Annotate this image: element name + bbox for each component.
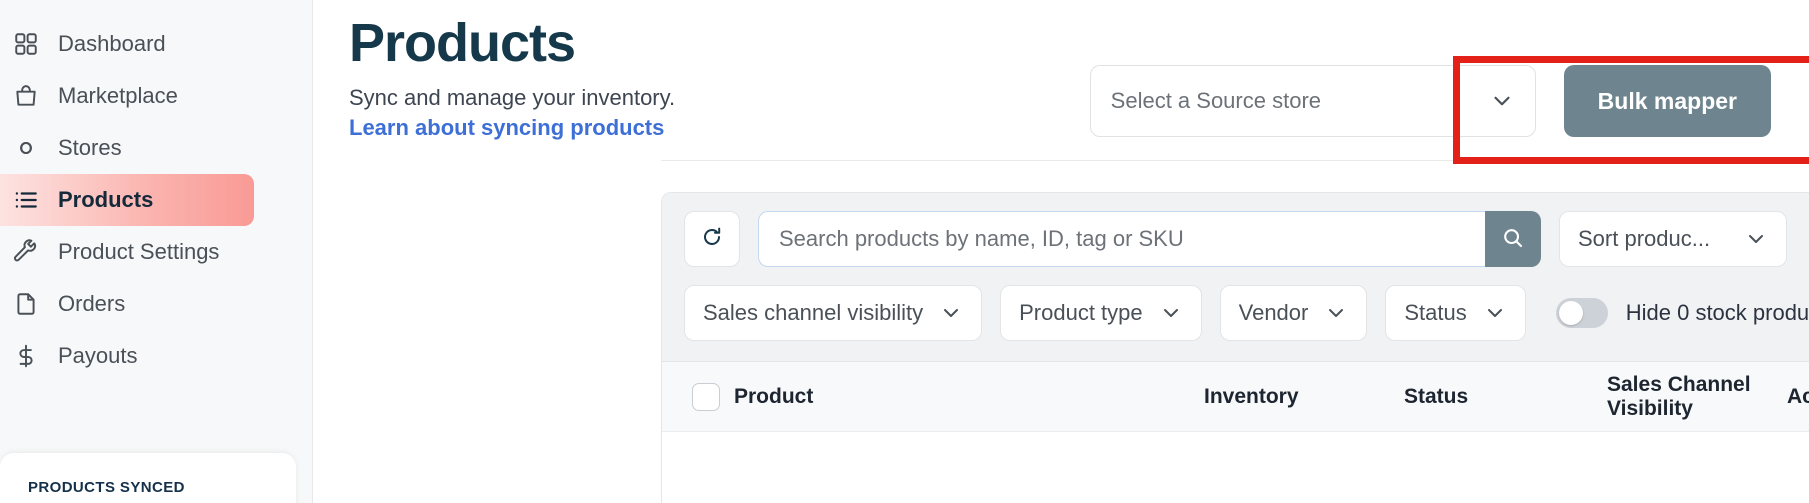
select-all-cell bbox=[678, 382, 734, 411]
chevron-down-icon bbox=[1159, 301, 1183, 325]
sidebar-item-products[interactable]: Products bbox=[0, 174, 254, 226]
select-all-checkbox[interactable] bbox=[692, 382, 720, 411]
wrench-icon bbox=[12, 238, 40, 266]
products-toolbar: Sort produc... Sales channel visibility bbox=[662, 193, 1809, 361]
products-table-body bbox=[662, 431, 1809, 493]
refresh-icon bbox=[700, 225, 724, 254]
refresh-button[interactable] bbox=[684, 211, 740, 267]
page-title: Products bbox=[349, 13, 576, 73]
sidebar-item-label: Products bbox=[58, 187, 154, 212]
chevron-down-icon bbox=[1324, 301, 1348, 325]
sidebar-item-label: Marketplace bbox=[58, 83, 178, 108]
sidebar-item-label: Stores bbox=[58, 135, 122, 160]
toolbar-search-row: Sort produc... bbox=[684, 211, 1787, 267]
chevron-down-icon bbox=[939, 301, 963, 325]
sidebar-item-payouts[interactable]: Payouts bbox=[0, 330, 254, 382]
toolbar-filter-row: Sales channel visibility Product type Ve… bbox=[684, 285, 1809, 341]
search-icon bbox=[1501, 226, 1525, 253]
filter-label: Sales channel visibility bbox=[703, 300, 924, 325]
main-content: Products Sync and manage your inventory.… bbox=[313, 0, 1809, 503]
products-panel: Sort produc... Sales channel visibility bbox=[661, 192, 1809, 503]
filter-label: Status bbox=[1404, 300, 1467, 325]
chevron-down-icon bbox=[1489, 88, 1515, 114]
sidebar-item-label: Orders bbox=[58, 291, 126, 316]
sidebar-item-marketplace[interactable]: Marketplace bbox=[0, 70, 254, 122]
search-input[interactable] bbox=[758, 211, 1485, 267]
sidebar: Dashboard Marketplace Stores Products Pr… bbox=[0, 0, 313, 503]
filter-label: Product type bbox=[1019, 300, 1143, 325]
sidebar-item-orders[interactable]: Orders bbox=[0, 278, 254, 330]
chevron-down-icon bbox=[1483, 301, 1507, 325]
search-group bbox=[758, 211, 1541, 267]
filter-label: Vendor bbox=[1238, 300, 1309, 325]
learn-about-syncing-link[interactable]: Learn about syncing products bbox=[349, 114, 664, 142]
page-header: Products Sync and manage your inventory.… bbox=[313, 0, 1809, 186]
hide-zero-stock-label: Hide 0 stock products bbox=[1625, 300, 1809, 325]
products-table-header: Product Inventory Status Sales Channel V… bbox=[662, 361, 1809, 431]
filter-sales-channel-visibility[interactable]: Sales channel visibility bbox=[684, 285, 983, 341]
products-synced-card: PRODUCTS SYNCED bbox=[0, 453, 296, 503]
column-header-actions: Actions bbox=[1787, 384, 1809, 408]
column-header-sales-channel-visibility: Sales Channel Visibility bbox=[1607, 372, 1751, 420]
source-store-select[interactable]: Select a Source store bbox=[1089, 65, 1536, 137]
column-header-inventory: Inventory bbox=[1204, 384, 1299, 408]
dollar-icon bbox=[12, 342, 40, 370]
source-store-value: Select a Source store bbox=[1110, 88, 1322, 113]
column-header-status: Status bbox=[1404, 384, 1469, 408]
header-actions: Select a Source store Bulk mapper bbox=[1089, 65, 1771, 137]
chevron-down-icon bbox=[1744, 227, 1768, 251]
sidebar-item-product-settings[interactable]: Product Settings bbox=[0, 226, 254, 278]
hide-zero-stock-toggle[interactable] bbox=[1555, 298, 1608, 328]
toggle-knob bbox=[1558, 301, 1583, 325]
sidebar-item-stores[interactable]: Stores bbox=[0, 122, 254, 174]
sidebar-item-label: Dashboard bbox=[58, 31, 166, 56]
document-icon bbox=[12, 290, 40, 318]
products-synced-title: PRODUCTS SYNCED bbox=[28, 479, 185, 496]
sidebar-item-label: Payouts bbox=[58, 343, 138, 368]
filter-product-type[interactable]: Product type bbox=[1000, 285, 1202, 341]
bag-icon bbox=[12, 82, 40, 110]
sidebar-item-dashboard[interactable]: Dashboard bbox=[0, 18, 254, 70]
link-icon bbox=[12, 134, 40, 162]
bulk-mapper-button[interactable]: Bulk mapper bbox=[1563, 65, 1771, 137]
products-page: Dashboard Marketplace Stores Products Pr… bbox=[0, 0, 1809, 503]
list-icon bbox=[12, 186, 40, 214]
filter-vendor[interactable]: Vendor bbox=[1219, 285, 1368, 341]
hide-zero-stock-group: Hide 0 stock products bbox=[1555, 298, 1809, 328]
column-header-product: Product bbox=[734, 384, 814, 408]
sort-products-select[interactable]: Sort produc... bbox=[1559, 211, 1787, 267]
sort-products-value: Sort produc... bbox=[1578, 226, 1711, 251]
search-button[interactable] bbox=[1485, 211, 1541, 267]
sidebar-item-label: Product Settings bbox=[58, 239, 220, 264]
header-divider bbox=[661, 160, 1809, 161]
grid-icon bbox=[12, 30, 40, 58]
filter-status[interactable]: Status bbox=[1385, 285, 1526, 341]
